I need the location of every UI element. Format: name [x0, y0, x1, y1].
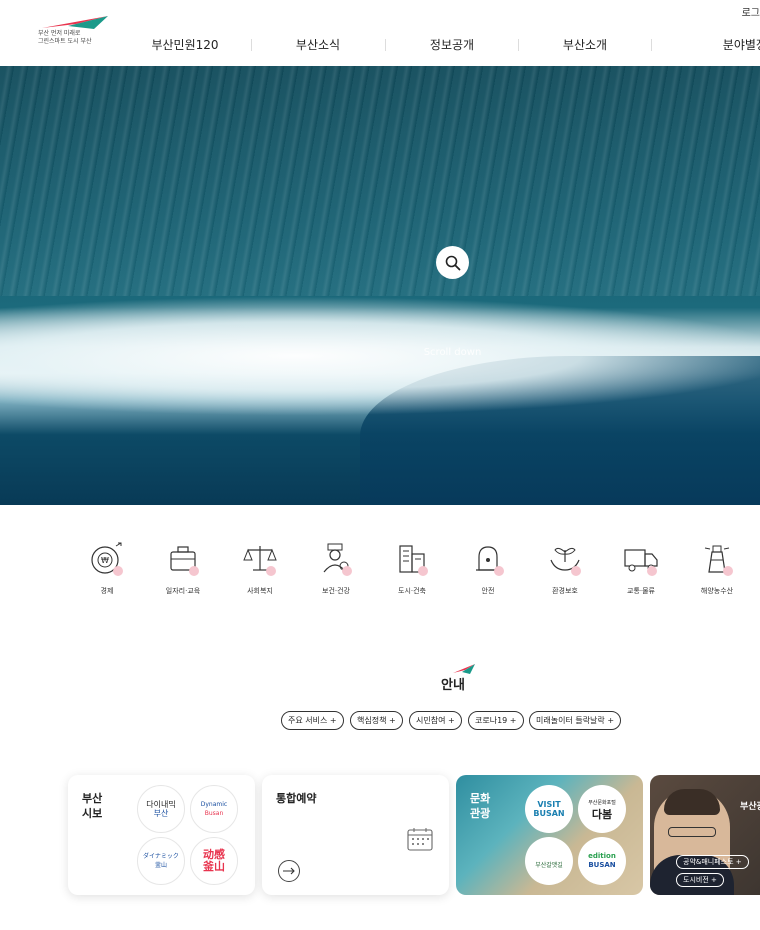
- nav-divider: [385, 39, 386, 51]
- card-title: 문화 관광: [470, 792, 491, 820]
- edition-busan-link[interactable]: edition BUSAN: [578, 837, 626, 885]
- accent-dot: [571, 566, 581, 576]
- gazette-english-link[interactable]: Dynamic Busan: [190, 785, 238, 833]
- logo-subtitle: 그린스마트 도시 부산: [38, 38, 92, 45]
- busan-logo[interactable]: 부산 먼저 미래로 그린스마트 도시 부산: [38, 16, 110, 46]
- tag-covid19[interactable]: 코로나19 +: [468, 711, 524, 730]
- accent-dot: [342, 566, 352, 576]
- nav-divider: [251, 39, 252, 51]
- notice-title: 안내: [441, 678, 465, 693]
- mayor-vision-link[interactable]: 도시비전 +: [676, 873, 724, 887]
- card-city-gazette[interactable]: 부산 시보 다이내믹 부산 Dynamic Busan ダイナミック 釜山 动感 釜山: [68, 775, 255, 895]
- notice-logo-mark-icon: [453, 664, 475, 674]
- category-marine[interactable]: 해양농수산: [683, 540, 751, 596]
- tag-key-policies[interactable]: 핵심정책 +: [350, 711, 403, 730]
- calendar-icon: [407, 828, 433, 851]
- tag-participation[interactable]: 시민참여 +: [409, 711, 462, 730]
- category-label: 해양농수산: [700, 587, 734, 595]
- category-urban[interactable]: 도시·건축: [378, 540, 446, 596]
- nav-item-fields[interactable]: 분야별정보: [628, 36, 760, 53]
- category-transport[interactable]: 교통·물류: [607, 540, 675, 596]
- card-mayor[interactable]: 부산광 공약&매니페스토 + 도시비전 +: [650, 775, 760, 895]
- gazette-japanese-link[interactable]: ダイナミック 釜山: [137, 837, 185, 885]
- galmaetgil-link[interactable]: 부산갈맷길: [525, 837, 573, 885]
- accent-dot: [647, 566, 657, 576]
- category-label: 환경보호: [552, 587, 578, 595]
- visit-busan-link[interactable]: VISIT BUSAN: [525, 785, 573, 833]
- accent-dot: [113, 566, 123, 576]
- hero-banner: Scroll down: [0, 66, 760, 505]
- card-reservation[interactable]: 통합예약: [262, 775, 449, 895]
- nav-item-civil[interactable]: 부산민원120: [120, 36, 250, 53]
- category-label: 안전: [481, 587, 495, 595]
- accent-dot: [723, 566, 733, 576]
- login-link[interactable]: 로그: [742, 4, 760, 19]
- scroll-down-label[interactable]: Scroll down: [0, 347, 760, 358]
- category-label: 보건·건강: [322, 587, 350, 595]
- wave-texture: [0, 66, 760, 296]
- nav-item-disclosure[interactable]: 정보공개: [387, 36, 517, 53]
- reservation-go-button[interactable]: [278, 860, 300, 882]
- category-label: 경제: [100, 587, 114, 595]
- card-culture-tourism[interactable]: 문화 관광 VISIT BUSAN 부산문화포털 다봄 부산갈맷길 edition BU…: [456, 775, 643, 895]
- category-safety[interactable]: 안전: [454, 540, 522, 596]
- search-icon: [445, 255, 460, 270]
- category-label: 도시·건축: [398, 587, 426, 595]
- main-nav: 부산민원120 부산소식 정보공개 부산소개 분야별정보: [120, 36, 760, 56]
- category-environment[interactable]: 환경보호: [531, 540, 599, 596]
- nav-divider: [518, 39, 519, 51]
- category-label: 교통·물류: [627, 587, 655, 595]
- mayor-pledges-link[interactable]: 공약&매니페스토 +: [676, 855, 749, 869]
- tag-main-services[interactable]: 주요 서비스 +: [281, 711, 344, 730]
- accent-dot: [266, 566, 276, 576]
- tag-playground[interactable]: 미래놀이터 들락날락 +: [529, 711, 622, 730]
- category-health[interactable]: 보건·건강: [302, 540, 370, 596]
- nav-item-news[interactable]: 부산소식: [253, 36, 383, 53]
- category-welfare[interactable]: 사회복지: [226, 540, 294, 596]
- site-header: 로그 부산 먼저 미래로 그린스마트 도시 부산 부산민원120 부산소식 정보…: [0, 0, 760, 66]
- category-label: 일자리·교육: [165, 587, 201, 595]
- dabom-link[interactable]: 부산문화포털 다봄: [578, 785, 626, 833]
- accent-dot: [189, 566, 199, 576]
- accent-dot: [418, 566, 428, 576]
- accent-dot: [494, 566, 504, 576]
- svg-text:₩: ₩: [101, 556, 109, 565]
- card-title: 통합예약: [276, 792, 317, 805]
- card-title: 부산 시보: [82, 792, 103, 820]
- category-economy[interactable]: ₩ 경제: [73, 540, 141, 596]
- search-button[interactable]: [436, 246, 469, 279]
- category-menu: ₩ 경제 일자리·교육 사회복지 보건·건강 도시·건축 안전 환경보호 교통·…: [73, 540, 753, 610]
- gazette-chinese-link[interactable]: 动感 釜山: [190, 837, 238, 885]
- arrow-right-icon: [283, 867, 295, 875]
- gazette-korean-link[interactable]: 다이내믹 부산: [137, 785, 185, 833]
- mayor-label: 부산광: [740, 802, 760, 812]
- category-jobs[interactable]: 일자리·교육: [149, 540, 217, 596]
- category-label: 사회복지: [247, 587, 273, 595]
